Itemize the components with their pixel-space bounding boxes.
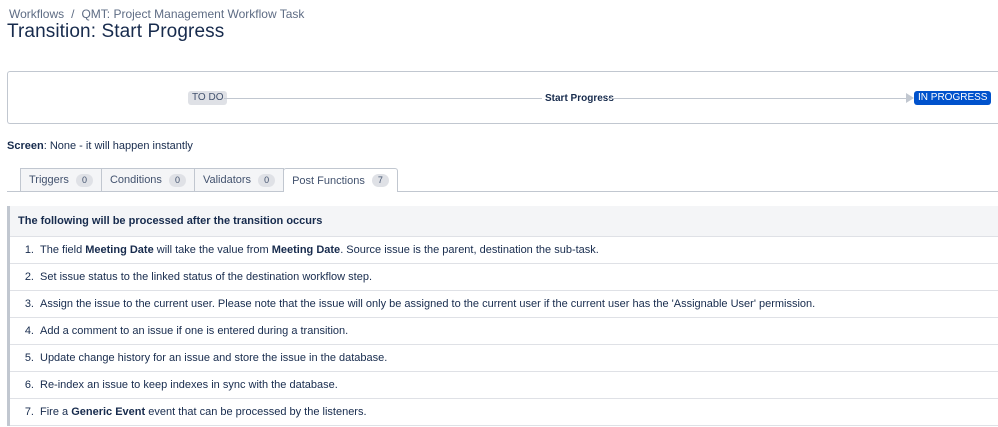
row-number: 4. — [24, 325, 34, 337]
count-badge: 0 — [75, 173, 93, 187]
breadcrumb-separator: / — [71, 7, 75, 21]
text-segment: Update change history for an issue and s… — [40, 352, 388, 364]
screen-info: Screen: None - it will happen instantly — [7, 140, 193, 152]
text-segment: event that can be processed by the liste… — [145, 406, 367, 418]
breadcrumb: Workflows / QMT: Project Management Workfl… — [9, 7, 304, 21]
tab-post-functions[interactable]: Post Functions 7 — [283, 168, 398, 192]
text-segment: The field — [40, 244, 86, 256]
breadcrumb-workflow-link[interactable]: QMT: Project Management Workflow Task — [81, 7, 304, 21]
field-name-text: Generic Event — [71, 406, 146, 418]
text-segment: will take the value from — [153, 244, 272, 256]
row-number: 5. — [24, 352, 34, 364]
text-segment: . Source issue is the parent, destinatio… — [340, 244, 599, 256]
text-segment: Assign the issue to the current user. Pl… — [40, 298, 816, 310]
post-function-text: Add a comment to an issue if one is ente… — [40, 325, 348, 337]
screen-label: Screen — [7, 140, 44, 152]
post-function-text: Fire a Generic Event event that can be p… — [40, 406, 367, 418]
post-function-row: 6. Re-index an issue to keep indexes in s… — [10, 372, 998, 399]
tab-label: Conditions — [109, 174, 162, 186]
field-name-text: Meeting Date — [271, 244, 341, 256]
to-status-lozenge[interactable]: IN PROGRESS — [914, 91, 992, 105]
row-number: 2. — [24, 271, 34, 283]
transition-line-right — [607, 98, 911, 99]
transition-line-left — [224, 98, 542, 99]
post-function-row: 5. Update change history for an issue and… — [10, 345, 998, 372]
row-number: 3. — [24, 298, 34, 310]
count-badge: 0 — [258, 173, 276, 187]
from-status-lozenge[interactable]: TO DO — [188, 91, 228, 105]
tab-bar: Triggers 0 Conditions 0 Validators 0 Pos… — [20, 168, 398, 192]
post-functions-header: The following will be processed after th… — [10, 206, 998, 237]
post-function-row: 1. The field Meeting Date will take the v… — [10, 237, 998, 264]
arrow-right-icon — [906, 93, 914, 103]
row-number: 6. — [24, 379, 34, 391]
breadcrumb-workflows-link[interactable]: Workflows — [9, 7, 64, 21]
transition-diagram: TO DO Start Progress IN PROGRESS — [7, 71, 998, 124]
field-name-text: Meeting Date — [85, 244, 154, 256]
post-function-row: 4. Add a comment to an issue if one is en… — [10, 318, 998, 345]
transition-name-label[interactable]: Start Progress — [545, 93, 614, 104]
post-function-text: Re-index an issue to keep indexes in syn… — [40, 379, 338, 391]
post-functions-list: 1. The field Meeting Date will take the v… — [10, 237, 998, 426]
text-segment: Set issue status to the linked status of… — [40, 271, 373, 283]
screen-value: : None - it will happen instantly — [43, 140, 193, 152]
count-badge: 7 — [371, 174, 389, 187]
post-function-row: 3. Assign the issue to the current user. … — [10, 291, 998, 318]
post-function-text: Set issue status to the linked status of… — [40, 271, 372, 283]
page-title: Transition: Start Progress — [7, 21, 225, 42]
tab-label: Validators — [202, 174, 252, 186]
post-function-text: The field Meeting Date will take the val… — [40, 244, 599, 256]
post-function-row: 2. Set issue status to the linked status … — [10, 264, 998, 291]
post-functions-panel: The following will be processed after th… — [7, 206, 998, 426]
tab-triggers[interactable]: Triggers 0 — [20, 168, 102, 191]
text-segment: Re-index an issue to keep indexes in syn… — [40, 379, 338, 391]
tab-validators[interactable]: Validators 0 — [193, 168, 285, 191]
tab-label: Post Functions — [292, 174, 365, 187]
tab-label: Triggers — [29, 174, 69, 186]
text-segment: Fire a — [40, 406, 72, 418]
post-function-text: Update change history for an issue and s… — [40, 352, 387, 364]
row-number: 1. — [24, 244, 34, 256]
tab-conditions[interactable]: Conditions 0 — [100, 168, 195, 191]
post-function-row: 7. Fire a Generic Event event that can be… — [10, 399, 998, 426]
row-number: 7. — [24, 406, 34, 418]
post-function-text: Assign the issue to the current user. Pl… — [40, 298, 815, 310]
count-badge: 0 — [168, 173, 186, 187]
text-segment: Add a comment to an issue if one is ente… — [40, 325, 349, 337]
